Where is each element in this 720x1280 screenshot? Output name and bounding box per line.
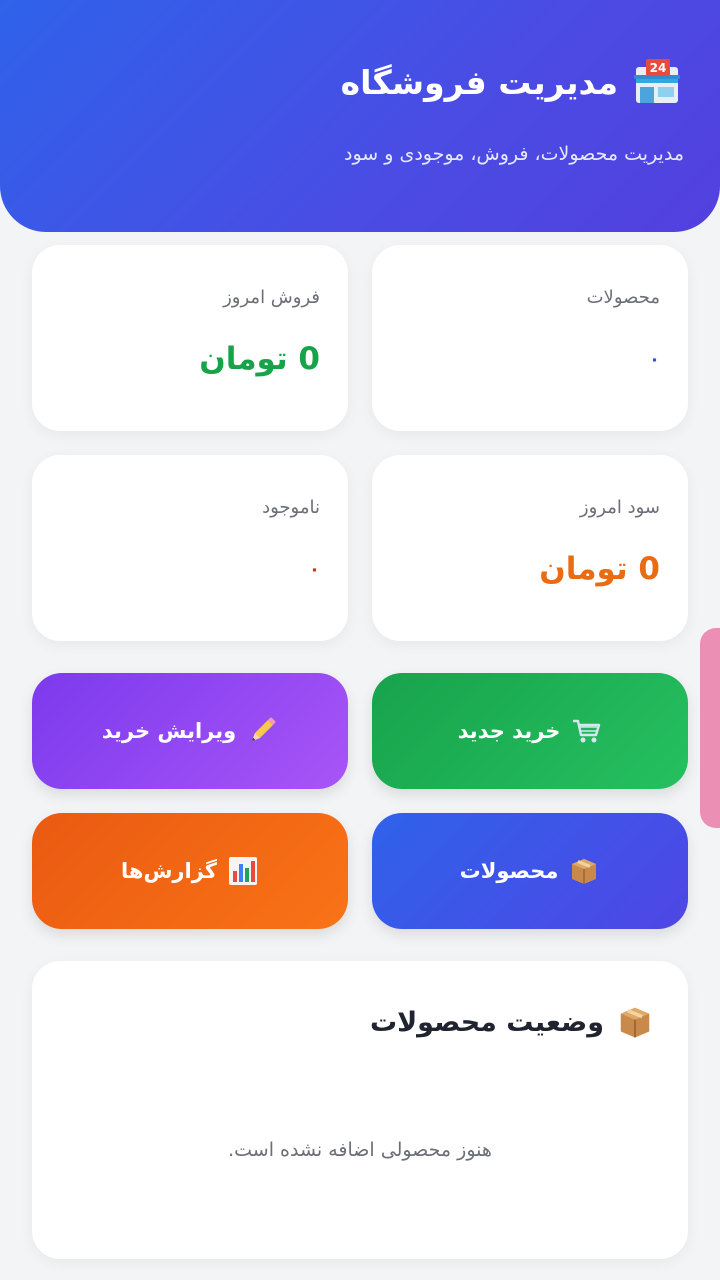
store-24-icon: 24 bbox=[632, 57, 682, 107]
bar-chart-icon bbox=[227, 855, 259, 887]
stat-label-out-of-stock: ناموجود bbox=[262, 497, 320, 518]
app-header: 24 مدیریت فروشگاه مدیریت محصولات، فروش، … bbox=[0, 0, 720, 232]
package-icon bbox=[568, 855, 600, 887]
page-subtitle: مدیریت محصولات، فروش، موجودی و سود bbox=[344, 143, 684, 165]
package-icon bbox=[616, 1003, 654, 1041]
header-title-row: 24 مدیریت فروشگاه bbox=[341, 52, 682, 112]
stat-value-profit-today: 0 تومان bbox=[539, 551, 660, 587]
edit-purchase-button[interactable]: ویرایش خرید bbox=[32, 673, 348, 789]
product-status-title: وضعیت محصولات bbox=[369, 1006, 604, 1038]
empty-products-message: هنوز محصولی اضافه نشده است. bbox=[228, 1139, 492, 1161]
stat-value-out-of-stock: ۰ bbox=[309, 559, 320, 580]
stat-card-profit-today: سود امروز 0 تومان bbox=[372, 455, 688, 641]
stat-label-profit-today: سود امروز bbox=[579, 497, 660, 518]
reports-button[interactable]: گزارش‌ها bbox=[32, 813, 348, 929]
page-title: مدیریت فروشگاه bbox=[340, 62, 618, 102]
stat-value-sales-today: 0 تومان bbox=[199, 341, 320, 377]
products-button[interactable]: محصولات bbox=[372, 813, 688, 929]
edit-purchase-label: ویرایش خرید bbox=[101, 719, 237, 743]
stat-label-sales-today: فروش امروز bbox=[223, 287, 320, 308]
pencil-icon bbox=[246, 715, 278, 747]
shopping-cart-icon bbox=[570, 715, 602, 747]
reports-label: گزارش‌ها bbox=[121, 859, 217, 883]
stat-card-products: محصولات ۰ bbox=[372, 245, 688, 431]
product-status-title-row: وضعیت محصولات bbox=[370, 1003, 654, 1041]
stat-card-out-of-stock: ناموجود ۰ bbox=[32, 455, 348, 641]
product-status-panel: وضعیت محصولات هنوز محصولی اضافه نشده است… bbox=[32, 961, 688, 1259]
stat-label-products: محصولات bbox=[586, 287, 660, 308]
new-purchase-button[interactable]: خرید جدید bbox=[372, 673, 688, 789]
products-label: محصولات bbox=[459, 859, 559, 883]
side-drawer-handle[interactable] bbox=[700, 628, 720, 828]
svg-text:24: 24 bbox=[650, 61, 667, 75]
stat-card-sales-today: فروش امروز 0 تومان bbox=[32, 245, 348, 431]
new-purchase-label: خرید جدید bbox=[457, 719, 561, 743]
stat-value-products: ۰ bbox=[649, 349, 660, 370]
